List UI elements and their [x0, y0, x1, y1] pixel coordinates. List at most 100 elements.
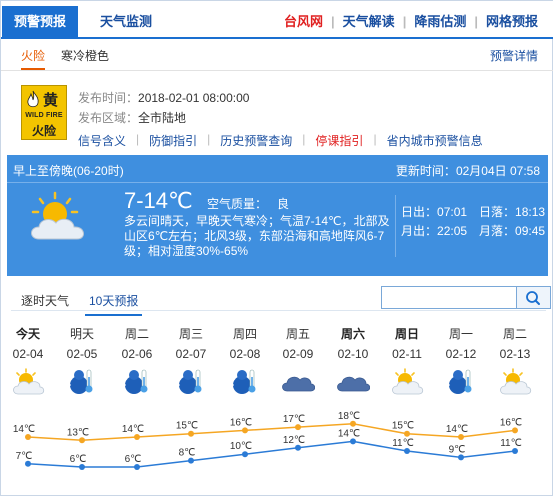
- high-temp-label: 14℃: [122, 424, 144, 435]
- link-divider: |: [373, 132, 377, 146]
- today-description: 多云间晴天，早晚天气寒冷；气温7-14℃，北部及山区6℃左右；北风3级，东部沿海…: [124, 214, 390, 258]
- moonset-value: 09:45: [515, 224, 546, 238]
- day-name: 周五: [285, 327, 310, 341]
- update-time-value: 02月04日 07:58: [455, 164, 540, 178]
- sunset-label: 日落：: [479, 205, 516, 219]
- search-input[interactable]: [381, 286, 517, 309]
- history-warning-link[interactable]: 历史预警查询: [220, 132, 302, 149]
- day-name: 周一: [448, 327, 473, 341]
- sunrise-label: 日出：: [401, 205, 438, 219]
- flame-icon: [27, 90, 39, 108]
- forecast-divider: [11, 310, 546, 311]
- moonrise: 月出：22:05: [401, 222, 467, 239]
- day-name: 今天: [15, 327, 40, 341]
- high-temp-label: 14℃: [446, 424, 468, 435]
- publish-area-row: 发布区域：全市陆地: [78, 109, 186, 126]
- sunset: 日落：18:13: [479, 203, 545, 220]
- low-temp-label: 10℃: [230, 441, 252, 452]
- weather-widget: 预警预报 天气监测 台风网 | 天气解读 | 降雨估测 | 网格预报 火险 寒冷橙色 …: [0, 0, 553, 496]
- day-date: 02-09: [282, 347, 314, 361]
- update-time: 更新时间：02月04日 07:58: [396, 162, 540, 179]
- top-nav-links: 台风网 | 天气解读 | 降雨估测 | 网格预报: [276, 6, 546, 37]
- today-panel-header: 早上至傍晚(06-20时) 更新时间：02月04日 07:58: [7, 155, 548, 183]
- today-temp-range: 7-14℃: [124, 188, 193, 213]
- day-name: 周日: [394, 327, 419, 341]
- low-temp-label: 14℃: [338, 428, 360, 439]
- top-nav: 预警预报 天气监测 台风网 | 天气解读 | 降雨估测 | 网格预报: [1, 1, 553, 39]
- link-divider: |: [207, 132, 211, 146]
- publish-area-label: 发布区域：: [78, 111, 139, 125]
- tab-hourly-weather[interactable]: 逐时天气: [21, 292, 69, 309]
- search-button[interactable]: [517, 286, 551, 309]
- low-temp-label: 7℃: [16, 451, 33, 462]
- rain-estimate-link[interactable]: 降雨估测: [406, 6, 474, 37]
- cold-thermometer-icon: [122, 369, 148, 394]
- cold-thermometer-icon: [446, 369, 472, 394]
- update-time-label: 更新时间：: [395, 164, 456, 178]
- panel-divider: [395, 195, 396, 257]
- warning-tabs: 火险 寒冷橙色 预警详情: [1, 41, 553, 71]
- high-temp-line: [27, 423, 516, 442]
- high-temp-label: 15℃: [176, 421, 198, 432]
- day-date: 02-10: [337, 347, 369, 361]
- low-temp-label: 6℃: [70, 454, 87, 465]
- high-temp-label: 15℃: [392, 421, 414, 432]
- publish-time-label: 发布时间：: [78, 91, 139, 105]
- city-search: [381, 286, 551, 309]
- air-quality: 空气质量： 良: [207, 195, 289, 212]
- today-weather-panel: 早上至傍晚(06-20时) 更新时间：02月04日 07:58 7-14℃ 空气…: [7, 155, 548, 276]
- publish-time-value: 2018-02-01 08:00:00: [138, 91, 250, 105]
- publish-time-row: 发布时间：2018-02-01 08:00:00: [78, 89, 249, 106]
- day-date: 02-13: [499, 347, 531, 361]
- province-warning-link[interactable]: 省内城市预警信息: [387, 132, 493, 149]
- cloud-icon: [282, 376, 315, 392]
- day-date: 02-08: [229, 347, 261, 361]
- day-name: 明天: [69, 327, 94, 341]
- low-temp-label: 12℃: [283, 435, 305, 446]
- low-temp-label: 9℃: [449, 444, 466, 455]
- warning-links: 信号含义 | 防御指引 | 历史预警查询 | 停课指引 | 省内城市预警信息: [78, 132, 493, 149]
- today-period: 早上至傍晚(06-20时): [13, 164, 124, 178]
- day-name: 周二: [502, 327, 527, 341]
- link-divider: |: [136, 132, 140, 146]
- day-name: 周三: [178, 327, 203, 341]
- high-temp-label: 18℃: [338, 411, 360, 422]
- moonset: 月落：09:45: [479, 222, 545, 239]
- sunrise-value: 07:01: [437, 205, 468, 219]
- day-name: 周六: [340, 327, 365, 341]
- signal-meaning-link[interactable]: 信号含义: [78, 132, 136, 149]
- defense-guide-link[interactable]: 防御指引: [149, 132, 207, 149]
- tab-ten-day-forecast[interactable]: 10天预报: [85, 289, 143, 316]
- day-date: 02-07: [175, 347, 207, 361]
- air-quality-value: 良: [277, 197, 290, 211]
- grid-forecast-link[interactable]: 网格预报: [478, 6, 546, 37]
- day-name: 周四: [232, 327, 257, 341]
- weather-analysis-link[interactable]: 天气解读: [335, 6, 403, 37]
- day-date: 02-05: [66, 347, 98, 361]
- tab-fire-risk[interactable]: 火险: [21, 47, 46, 70]
- high-temp-label: 14℃: [13, 424, 35, 435]
- cloud-icon: [337, 376, 370, 392]
- day-name: 周二: [124, 327, 149, 341]
- warning-detail-link[interactable]: 预警详情: [490, 47, 538, 64]
- partly-sunny-icon: [500, 368, 532, 395]
- low-temp-line: [27, 440, 516, 468]
- badge-level: 黄: [43, 92, 59, 109]
- moonrise-value: 22:05: [437, 224, 468, 238]
- search-icon: [526, 291, 540, 305]
- typhoon-link[interactable]: 台风网: [276, 6, 331, 37]
- tab-weather-monitor[interactable]: 天气监测: [100, 6, 152, 37]
- low-temp-label: 11℃: [500, 438, 522, 449]
- cold-thermometer-icon: [176, 369, 202, 394]
- high-temp-label: 16℃: [500, 417, 522, 428]
- class-suspension-link[interactable]: 停课指引: [315, 132, 373, 149]
- day-date: 02-06: [121, 347, 153, 361]
- day-date: 02-04: [12, 347, 44, 361]
- fire-warning-badge[interactable]: 黄 WILD FIRE 火险: [21, 85, 67, 140]
- air-quality-label: 空气质量：: [207, 197, 268, 211]
- day-date: 02-11: [392, 347, 422, 361]
- tab-cold-orange[interactable]: 寒冷橙色: [61, 47, 109, 64]
- partly-sunny-icon: [31, 191, 84, 240]
- tab-warning-forecast[interactable]: 预警预报: [2, 6, 78, 37]
- low-temp-label: 11℃: [392, 438, 414, 449]
